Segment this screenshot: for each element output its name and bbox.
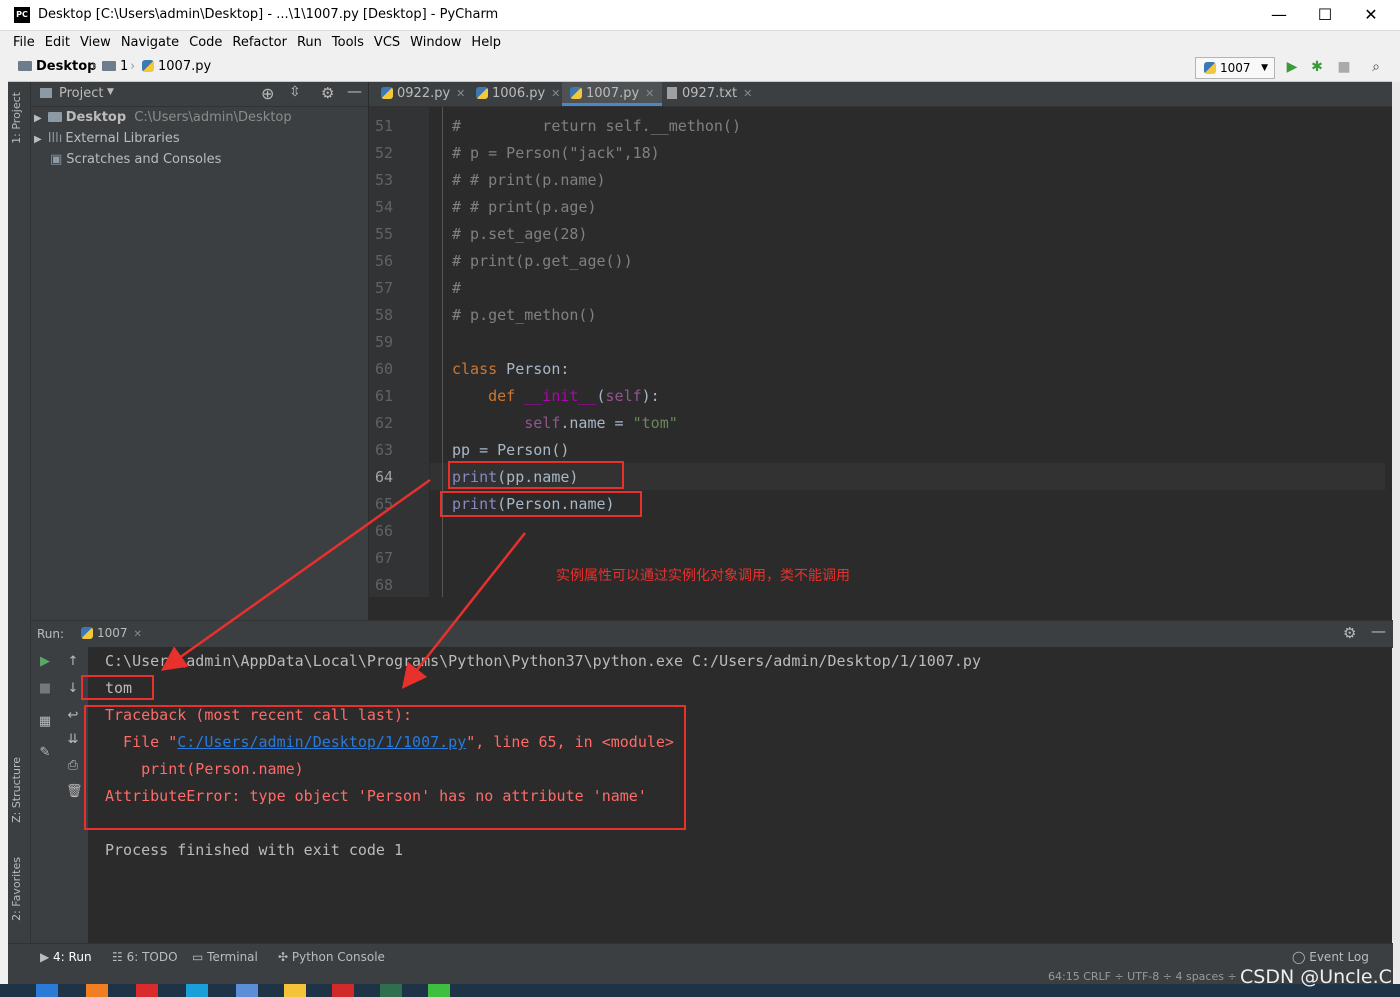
status-info: 64:15 CRLF ÷ UTF-8 ÷ 4 spaces ÷ (1048, 970, 1237, 983)
app-taskbar-icon[interactable] (136, 984, 158, 997)
arrow-to-traceback (401, 532, 526, 689)
annotation-arrows (160, 478, 526, 689)
app-taskbar-icon[interactable] (86, 984, 108, 997)
bottom-tab-todo[interactable]: ☷ 6: TODO (112, 950, 178, 964)
folder-taskbar-icon[interactable] (284, 984, 306, 997)
vscode-taskbar-icon[interactable] (36, 984, 58, 997)
watermark: CSDN @Uncle.Ci (1240, 966, 1398, 988)
bottom-tab-python-console[interactable]: ✣ Python Console (278, 950, 385, 964)
wechat-taskbar-icon[interactable] (428, 984, 450, 997)
app-taskbar-icon[interactable] (236, 984, 258, 997)
status-bar: 64:15 CRLF ÷ UTF-8 ÷ 4 spaces ÷ (8, 970, 1393, 984)
event-log-button[interactable]: ◯ Event Log (1292, 950, 1369, 964)
windows-taskbar (0, 984, 1400, 997)
app-taskbar-icon[interactable] (332, 984, 354, 997)
bottom-tab-terminal[interactable]: ▭ Terminal (192, 950, 258, 964)
arrow-to-tom (160, 478, 431, 671)
bottom-tab-run[interactable]: ▶ 4: Run (40, 950, 92, 964)
pycharm-taskbar-icon[interactable] (380, 984, 402, 997)
edge-taskbar-icon[interactable] (186, 984, 208, 997)
bottom-tool-bar: ▶ 4: Run ☷ 6: TODO ▭ Terminal ✣ Python C… (8, 943, 1393, 971)
